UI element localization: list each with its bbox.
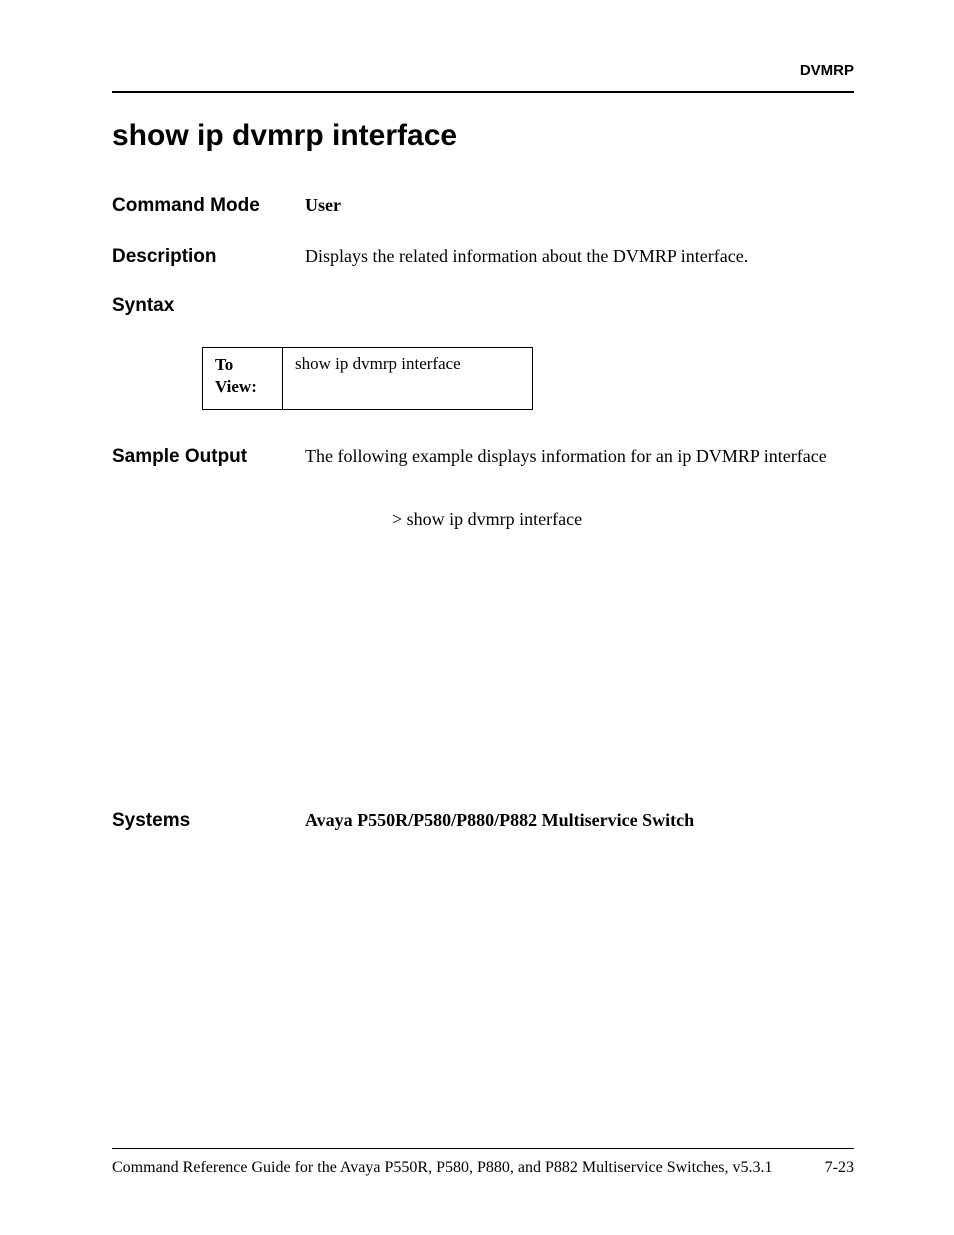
page-title: show ip dvmrp interface bbox=[112, 119, 854, 153]
sample-output-text: The following example displays informati… bbox=[305, 444, 827, 469]
syntax-table-right: show ip dvmrp interface bbox=[283, 348, 533, 409]
syntax-label: Syntax bbox=[112, 295, 854, 317]
sample-output-row: Sample Output The following example disp… bbox=[112, 444, 854, 469]
footer-row: Command Reference Guide for the Avaya P5… bbox=[112, 1159, 854, 1177]
footer-rule bbox=[112, 1148, 854, 1149]
description-label: Description bbox=[112, 246, 305, 268]
description-row: Description Displays the related informa… bbox=[112, 244, 854, 269]
document-page: DVMRP show ip dvmrp interface Command Mo… bbox=[0, 0, 954, 832]
command-mode-value: User bbox=[305, 193, 341, 218]
sample-output-label: Sample Output bbox=[112, 446, 305, 468]
header-section-label: DVMRP bbox=[112, 62, 854, 79]
footer-page-number: 7-23 bbox=[825, 1159, 854, 1177]
systems-label: Systems bbox=[112, 810, 305, 832]
header-rule bbox=[112, 91, 854, 93]
sample-output-command: > show ip dvmrp interface bbox=[392, 509, 854, 530]
systems-row: Systems Avaya P550R/P580/P880/P882 Multi… bbox=[112, 810, 854, 832]
command-mode-row: Command Mode User bbox=[112, 193, 854, 218]
systems-value: Avaya P550R/P580/P880/P882 Multiservice … bbox=[305, 810, 694, 831]
description-value: Displays the related information about t… bbox=[305, 244, 748, 269]
syntax-table-left: ToView: bbox=[203, 348, 283, 409]
page-footer: Command Reference Guide for the Avaya P5… bbox=[112, 1148, 854, 1177]
footer-guide-text: Command Reference Guide for the Avaya P5… bbox=[112, 1159, 773, 1177]
syntax-table: ToView: show ip dvmrp interface bbox=[202, 347, 533, 409]
command-mode-label: Command Mode bbox=[112, 195, 305, 217]
